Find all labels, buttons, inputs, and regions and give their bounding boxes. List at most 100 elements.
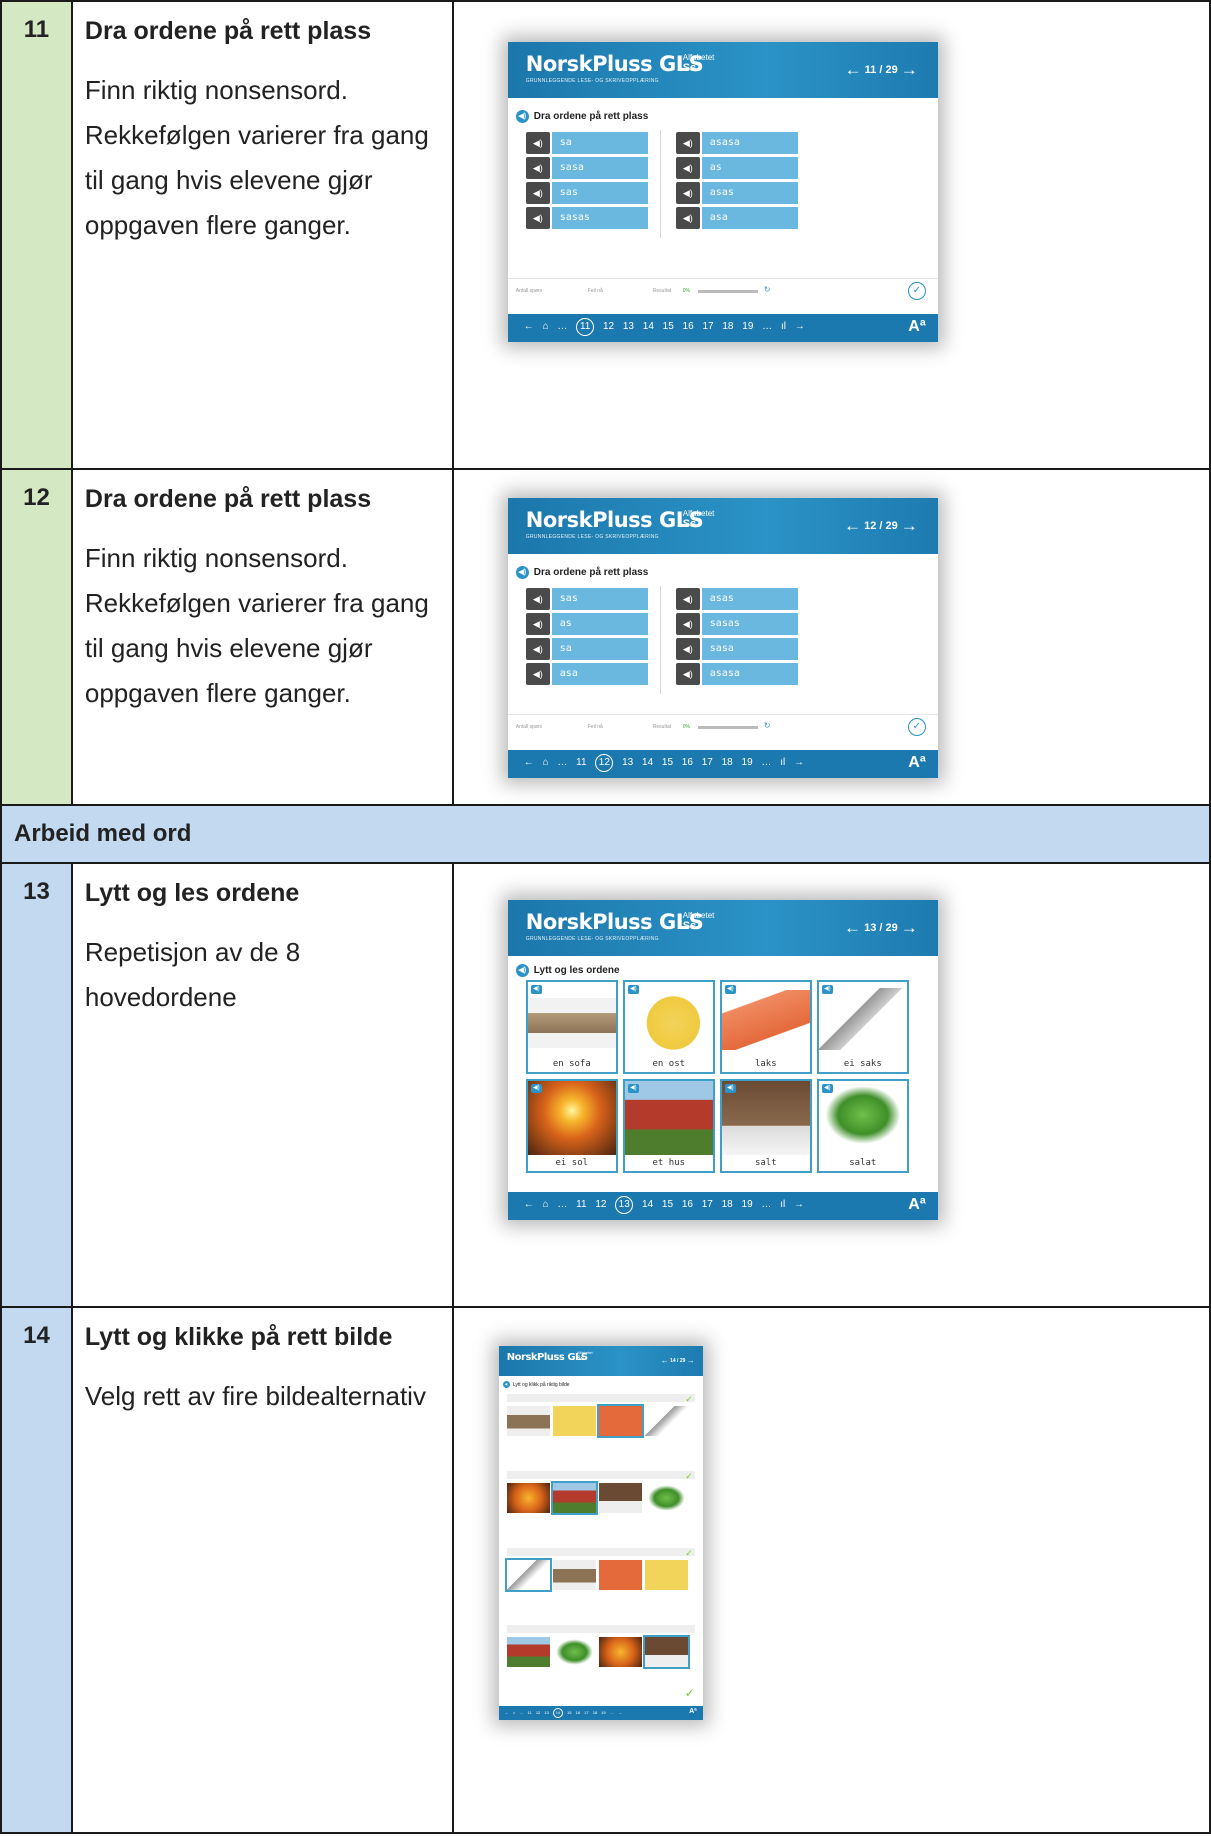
word-tile[interactable]: ◀) sasa — [525, 157, 648, 181]
home-icon[interactable]: ⌂ — [543, 1199, 549, 1210]
speaker-icon[interactable]: ◀) — [675, 613, 700, 635]
back-icon[interactable]: ← — [505, 1710, 509, 1715]
picture-card[interactable]: ◀) ei saks — [816, 980, 909, 1074]
arrow-right-icon[interactable]: → — [901, 516, 918, 535]
back-icon[interactable]: ← — [524, 1199, 534, 1210]
picture-card[interactable]: ◀) et hus — [622, 1079, 715, 1173]
home-icon[interactable]: ⌂ — [543, 321, 549, 332]
word-tile[interactable]: ◀) sasas — [525, 207, 648, 231]
speaker-icon[interactable]: ◀) — [675, 182, 700, 204]
speaker-icon[interactable]: ◀) — [675, 588, 700, 610]
speaker-icon[interactable]: ◀) — [530, 1084, 542, 1093]
reset-icon[interactable]: ↻ — [764, 721, 771, 730]
speaker-icon[interactable]: ◀) — [675, 207, 700, 229]
speaker-icon[interactable]: ◀) — [525, 157, 550, 179]
page-nav[interactable]: ← ⌂ … 11 12 13 14 15 16 17 18 19 … → — [505, 1708, 622, 1718]
check-icon[interactable]: ✓ — [907, 282, 926, 300]
speaker-icon[interactable]: ◀) — [675, 132, 700, 154]
word-tile[interactable]: ◀) sa — [525, 132, 648, 156]
word-tile[interactable]: ◀) as — [675, 157, 798, 181]
picture-card[interactable]: ◀) en ost — [622, 980, 715, 1074]
current-page[interactable]: 12 — [595, 754, 614, 772]
speaker-icon[interactable]: ◀) — [627, 985, 639, 994]
picture-card[interactable]: ◀) salat — [816, 1079, 909, 1173]
word-tile[interactable]: ◀) sa — [525, 638, 648, 662]
home-icon[interactable]: ⌂ — [543, 757, 549, 768]
check-icon[interactable]: ✓ — [685, 1686, 695, 1700]
salt-option[interactable] — [598, 1483, 642, 1513]
pager[interactable]: ← 11 / 29 → — [845, 60, 918, 80]
scissors-option[interactable] — [504, 1558, 552, 1592]
home-icon[interactable]: ⌂ — [513, 1710, 515, 1715]
question-bar[interactable] — [506, 1471, 695, 1479]
house-option[interactable] — [506, 1637, 550, 1667]
forward-icon[interactable]: → — [618, 1710, 622, 1715]
word-tile[interactable]: ◀) asa — [525, 663, 648, 687]
speaker-icon[interactable]: ◀) — [525, 182, 550, 204]
word-tile[interactable]: ◀) asa — [675, 207, 798, 231]
font-size-icon[interactable]: Aª — [908, 1196, 925, 1214]
arrow-left-icon[interactable]: ← — [845, 60, 862, 79]
sun-option[interactable] — [506, 1483, 550, 1513]
arrow-right-icon[interactable]: → — [687, 1356, 695, 1365]
page-nav[interactable]: ← ⌂ … 11 12 13 14 15 16 17 18 19 … ıl → — [524, 754, 804, 772]
question-bar[interactable] — [506, 1625, 695, 1633]
arrow-right-icon[interactable]: → — [901, 918, 918, 937]
speaker-icon[interactable]: ◀) — [515, 964, 529, 977]
speaker-icon[interactable]: ◀) — [525, 638, 550, 660]
arrow-right-icon[interactable]: → — [901, 60, 918, 79]
cheese-option[interactable] — [644, 1560, 688, 1590]
back-icon[interactable]: ← — [524, 321, 534, 332]
forward-icon[interactable]: → — [794, 757, 804, 768]
speaker-icon[interactable]: ◀) — [675, 663, 700, 685]
word-tile[interactable]: ◀) asas — [675, 588, 798, 612]
question-bar[interactable] — [506, 1394, 695, 1402]
picture-card[interactable]: ◀) en sofa — [525, 980, 618, 1074]
speaker-icon[interactable]: ◀) — [515, 110, 529, 123]
sun-option[interactable] — [598, 1637, 642, 1667]
current-page[interactable]: 11 — [576, 318, 595, 336]
speaker-icon[interactable]: ◀) — [525, 613, 550, 635]
pager[interactable]: ← 14 / 29 → — [661, 1356, 695, 1365]
speaker-icon[interactable]: ◀) — [821, 985, 833, 994]
speaker-icon[interactable]: ◀) — [724, 1084, 736, 1093]
arrow-left-icon[interactable]: ← — [844, 516, 861, 535]
speaker-icon[interactable]: ◀) — [502, 1381, 510, 1388]
word-tile[interactable]: ◀) sas — [525, 182, 648, 206]
speaker-icon[interactable]: ◀) — [821, 1084, 833, 1093]
salmon-option[interactable] — [598, 1560, 642, 1590]
word-tile[interactable]: ◀) asasa — [675, 132, 798, 156]
word-tile[interactable]: ◀) sasas — [675, 613, 798, 637]
speaker-icon[interactable]: ◀) — [724, 985, 736, 994]
sofa-option[interactable] — [552, 1560, 596, 1590]
salad-option[interactable] — [552, 1637, 596, 1667]
speaker-icon[interactable]: ◀) — [675, 157, 700, 179]
font-size-icon[interactable]: Aª — [908, 754, 925, 772]
speaker-icon[interactable]: ◀) — [525, 132, 550, 154]
salt-option[interactable] — [642, 1635, 690, 1669]
page-nav[interactable]: ← ⌂ … 11 12 13 14 15 16 17 18 19 … ıl → — [524, 318, 805, 336]
word-tile[interactable]: ◀) sas — [525, 588, 648, 612]
stats-icon[interactable]: ıl — [781, 321, 786, 332]
page-nav[interactable]: ← ⌂ … 11 12 13 14 15 16 17 18 19 … ıl → — [524, 1196, 804, 1214]
scissors-option[interactable] — [644, 1406, 688, 1436]
pager[interactable]: ← 13 / 29 → — [844, 918, 918, 938]
font-size-icon[interactable]: Aª — [689, 1708, 697, 1715]
speaker-icon[interactable]: ◀) — [675, 638, 700, 660]
word-tile[interactable]: ◀) as — [525, 613, 648, 637]
speaker-icon[interactable]: ◀) — [525, 663, 550, 685]
font-size-icon[interactable]: Aª — [908, 318, 925, 336]
speaker-icon[interactable]: ◀) — [525, 588, 550, 610]
picture-card[interactable]: ◀) laks — [719, 980, 812, 1074]
word-tile[interactable]: ◀) asasa — [675, 663, 798, 687]
current-page[interactable]: 13 — [615, 1196, 634, 1214]
word-tile[interactable]: ◀) asas — [675, 182, 798, 206]
speaker-icon[interactable]: ◀) — [627, 1084, 639, 1093]
question-bar[interactable] — [506, 1548, 695, 1556]
forward-icon[interactable]: → — [795, 321, 805, 332]
cheese-option[interactable] — [552, 1406, 596, 1436]
check-icon[interactable]: ✓ — [907, 718, 926, 736]
word-tile[interactable]: ◀) sasa — [675, 638, 798, 662]
salad-option[interactable] — [644, 1483, 688, 1513]
reset-icon[interactable]: ↻ — [764, 285, 771, 294]
